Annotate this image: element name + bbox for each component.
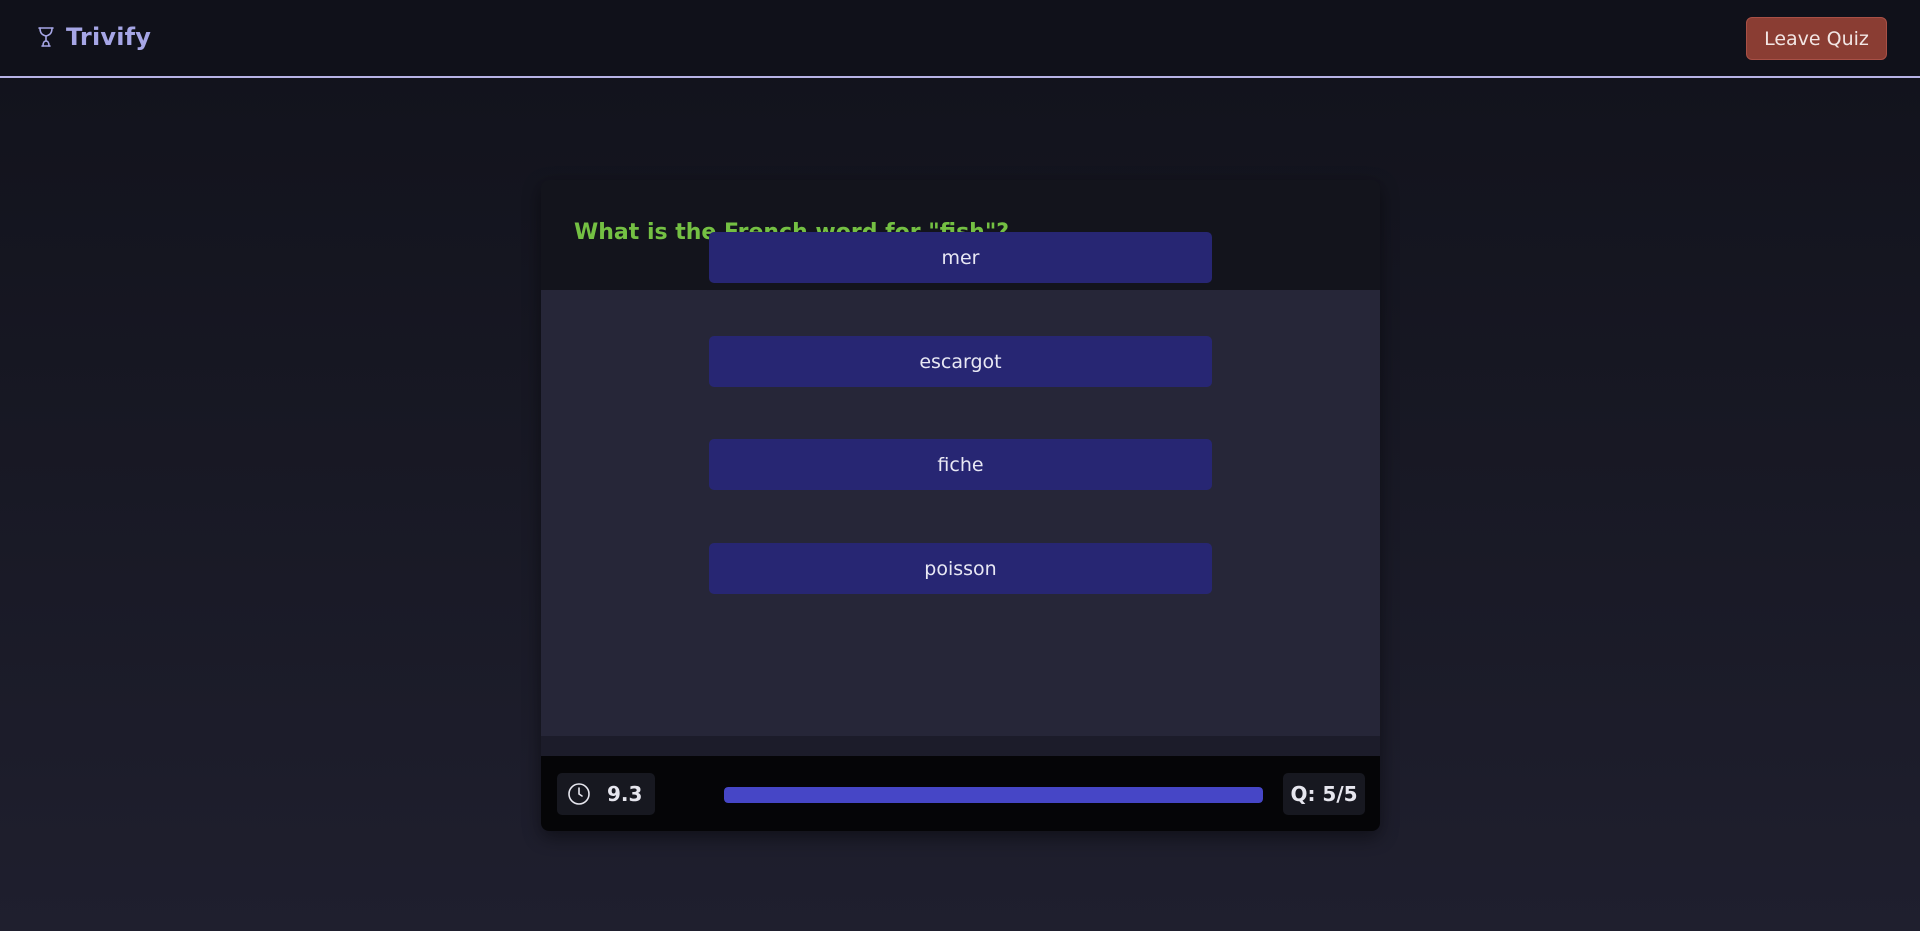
timer: 9.3: [557, 773, 655, 815]
clock-icon: [567, 782, 591, 806]
trophy-icon: [34, 25, 58, 49]
timer-value: 9.3: [607, 782, 643, 806]
answer-option-3[interactable]: fiche: [709, 439, 1212, 490]
top-bar: Trivify Leave Quiz: [0, 0, 1920, 78]
answer-option-4[interactable]: poisson: [709, 543, 1212, 594]
leave-quiz-button[interactable]: Leave Quiz: [1746, 17, 1887, 60]
answer-option-1[interactable]: mer: [709, 232, 1212, 283]
progress-bar: [724, 787, 1263, 803]
app-name: Trivify: [66, 23, 152, 51]
progress-fill: [724, 787, 1263, 803]
quiz-status-bar: 9.3 Q: 5/5: [541, 756, 1380, 831]
answer-option-2[interactable]: escargot: [709, 336, 1212, 387]
brand-logo[interactable]: Trivify: [34, 23, 151, 51]
question-counter: Q: 5/5: [1283, 773, 1365, 815]
